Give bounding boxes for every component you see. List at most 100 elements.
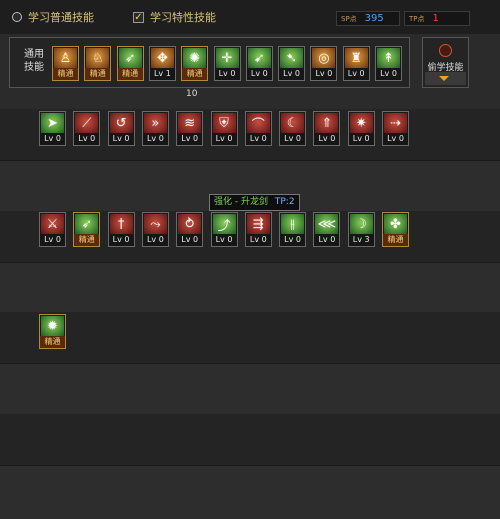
mastered-badge: 精通	[182, 68, 208, 80]
dagger-icon: †	[109, 214, 133, 234]
skill-slot[interactable]: ⤳ Lv 0	[141, 212, 169, 247]
sword-wave-icon: ≋	[178, 113, 202, 133]
rising-dragon-icon: ➶	[75, 214, 99, 234]
skill-level: Lv 0	[246, 68, 272, 80]
skill-level: Lv 0	[40, 234, 65, 246]
claw-icon: ⚔	[41, 214, 64, 234]
wind-cut-icon: ⋘	[315, 214, 339, 234]
skill-slot[interactable]: ✺ 精通	[181, 46, 209, 81]
skill-level: Lv 0	[142, 234, 168, 246]
skill-slot[interactable]: ♙ 精通	[52, 46, 79, 81]
crescent-icon: ☾	[281, 113, 305, 133]
skill-slot[interactable]: ➷ Lv 0	[278, 46, 306, 81]
target-icon: ✺	[183, 48, 207, 68]
sp-label: SP点	[341, 14, 357, 23]
crosshair-icon: ✛	[215, 48, 239, 68]
moon-slash-icon: ☽	[349, 214, 373, 234]
crouch-icon: ♘	[86, 48, 110, 68]
skill-level: Lv 0	[108, 133, 134, 145]
skill-slot[interactable]: ♜ Lv 0	[342, 46, 370, 81]
spirit-icon: ✤	[384, 214, 407, 234]
tab-learn-normal-label: 学习普通技能	[28, 11, 94, 24]
tooltip-skill-name: 强化 - 升龙剑	[214, 197, 268, 207]
skill-slot[interactable]: » Lv 0	[141, 111, 169, 146]
tooltip-tp-cost: TP:2	[274, 197, 295, 207]
skill-slot[interactable]: † Lv 0	[107, 212, 135, 247]
chevron-down-icon[interactable]	[439, 76, 449, 81]
skill-level: Lv 0	[280, 133, 306, 145]
skill-slot[interactable]: ↟ Lv 0	[375, 46, 402, 81]
sp-value: 395	[364, 13, 384, 24]
mastered-badge: 精通	[74, 234, 100, 246]
skill-slot[interactable]: ⋘ Lv 0	[313, 212, 341, 247]
skill-slot[interactable]: ➶ 精通	[73, 212, 101, 247]
blade-arc-icon: ⤳	[143, 214, 167, 234]
mastered-badge: 精通	[53, 68, 78, 80]
skill-slot[interactable]: ⤴ Lv 0	[210, 212, 238, 247]
skill-level: Lv 0	[74, 133, 100, 145]
skill-slot[interactable]: ✛ Lv 0	[213, 46, 241, 81]
general-skills-label: 通用 技能	[24, 49, 44, 73]
steal-skill-button[interactable]: 偷学技能	[422, 37, 469, 88]
skill-slot[interactable]: ⚔ Lv 0	[39, 212, 66, 247]
skill-slot[interactable]: ⇢ Lv 0	[382, 111, 409, 146]
sp-points: SP点 395	[336, 11, 400, 26]
skill-slot[interactable]: ≋ Lv 0	[176, 111, 204, 146]
cyclone-icon: ⥁	[178, 214, 202, 234]
mastered-badge: 精通	[85, 68, 111, 80]
tp-points: TP点 1	[404, 11, 470, 26]
skill-level: Lv 1	[149, 68, 175, 80]
tab-learn-special-label: 学习特性技能	[150, 11, 216, 24]
skill-slot[interactable]: ✹ 精通	[39, 314, 66, 349]
skill-row-empty	[0, 466, 500, 519]
skill-level: Lv 0	[348, 133, 374, 145]
skill-slot[interactable]: ↺ Lv 0	[107, 111, 135, 146]
sit-icon: ♙	[54, 48, 77, 68]
skill-slot[interactable]: ☾ Lv 0	[279, 111, 307, 146]
skill-slot[interactable]: ☽ Lv 3	[347, 212, 375, 247]
skill-slot[interactable]: ✤ 精通	[382, 212, 409, 247]
skill-slot[interactable]: ⥁ Lv 0	[176, 212, 204, 247]
slash-icon: ⟋	[75, 113, 99, 133]
multi-strike-icon: »	[143, 113, 167, 133]
skill-level: Lv 0	[177, 133, 203, 145]
skill-slot[interactable]: ⛨ Lv 0	[210, 111, 238, 146]
checkmark-icon[interactable]: ✓	[133, 11, 144, 23]
skill-row-4	[0, 312, 500, 363]
skill-level: Lv 0	[40, 133, 65, 145]
skill-slot[interactable]: ⌒ Lv 0	[244, 111, 272, 146]
skill-slot[interactable]: ⇶ Lv 0	[244, 212, 272, 247]
skill-slot[interactable]: ➹ Lv 0	[245, 46, 273, 81]
skill-level: Lv 0	[376, 68, 401, 80]
skill-slot[interactable]: ♘ 精通	[84, 46, 112, 81]
awaken-icon: ✹	[41, 316, 64, 336]
skill-row-empty	[0, 263, 500, 314]
skill-level: Lv 0	[311, 68, 337, 80]
tab-learn-special[interactable]: ✓ 学习特性技能	[133, 9, 216, 25]
skill-level: Lv 0	[314, 133, 340, 145]
tumble-icon: ➷	[280, 48, 304, 68]
leap-icon: ➹	[247, 48, 271, 68]
flying-sword-icon: ⤴	[212, 214, 236, 234]
skill-slot[interactable]: ✥ Lv 1	[148, 46, 176, 81]
sprint-icon: ➶	[118, 48, 142, 68]
shield-icon: ⛨	[212, 113, 236, 133]
radio-icon[interactable]	[12, 12, 22, 22]
skill-slot[interactable]: ◎ Lv 0	[310, 46, 338, 81]
steal-icon	[439, 44, 452, 57]
skill-slot[interactable]: ➶ 精通	[116, 46, 144, 81]
skill-level: Lv 0	[343, 68, 369, 80]
skill-level: Lv 0	[211, 234, 237, 246]
skill-row-empty	[0, 364, 500, 415]
skill-slot[interactable]: ⟋ Lv 0	[73, 111, 101, 146]
tab-learn-normal[interactable]: 学习普通技能	[12, 9, 94, 25]
skill-level: Lv 0	[314, 234, 340, 246]
skill-slot[interactable]: ➤ Lv 0	[39, 111, 66, 146]
skill-slot[interactable]: ⇑ Lv 0	[313, 111, 341, 146]
orb-icon: ◎	[312, 48, 336, 68]
skill-slot[interactable]: ✷ Lv 0	[347, 111, 375, 146]
skill-level: Lv 0	[383, 133, 408, 145]
skill-level: Lv 0	[211, 133, 237, 145]
skill-slot[interactable]: ⫲ Lv 0	[279, 212, 307, 247]
skill-level: Lv 0	[177, 234, 203, 246]
